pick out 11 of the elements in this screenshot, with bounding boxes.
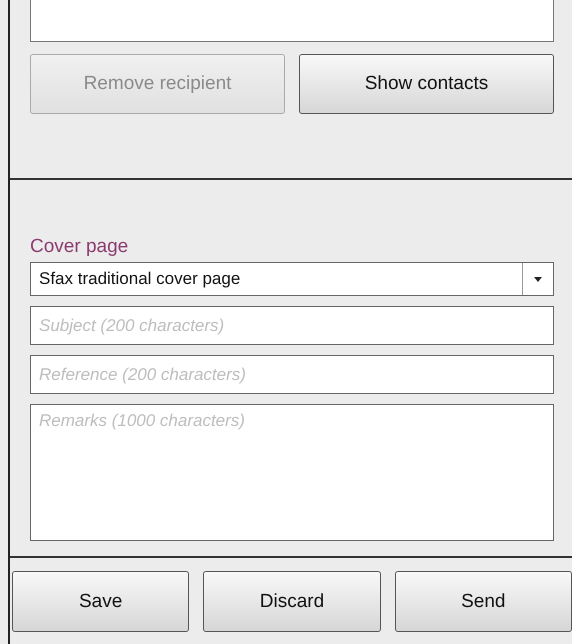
recipient-list[interactable] (30, 0, 554, 42)
save-button[interactable]: Save (12, 571, 190, 632)
section-heading: Cover page (30, 235, 130, 259)
send-button[interactable]: Send (394, 571, 572, 632)
discard-button[interactable]: Discard (203, 571, 381, 632)
remarks-field[interactable]: Remarks (1000 characters) (30, 404, 554, 541)
dropdown-arrow-icon (534, 276, 542, 282)
template-dropdown[interactable]: Sfax traditional cover page (30, 262, 554, 296)
show-contacts-button[interactable]: Show contacts (299, 54, 554, 114)
text-field[interactable]: Subject (200 characters) (30, 306, 554, 345)
text-field[interactable]: Reference (200 characters) (30, 355, 554, 394)
